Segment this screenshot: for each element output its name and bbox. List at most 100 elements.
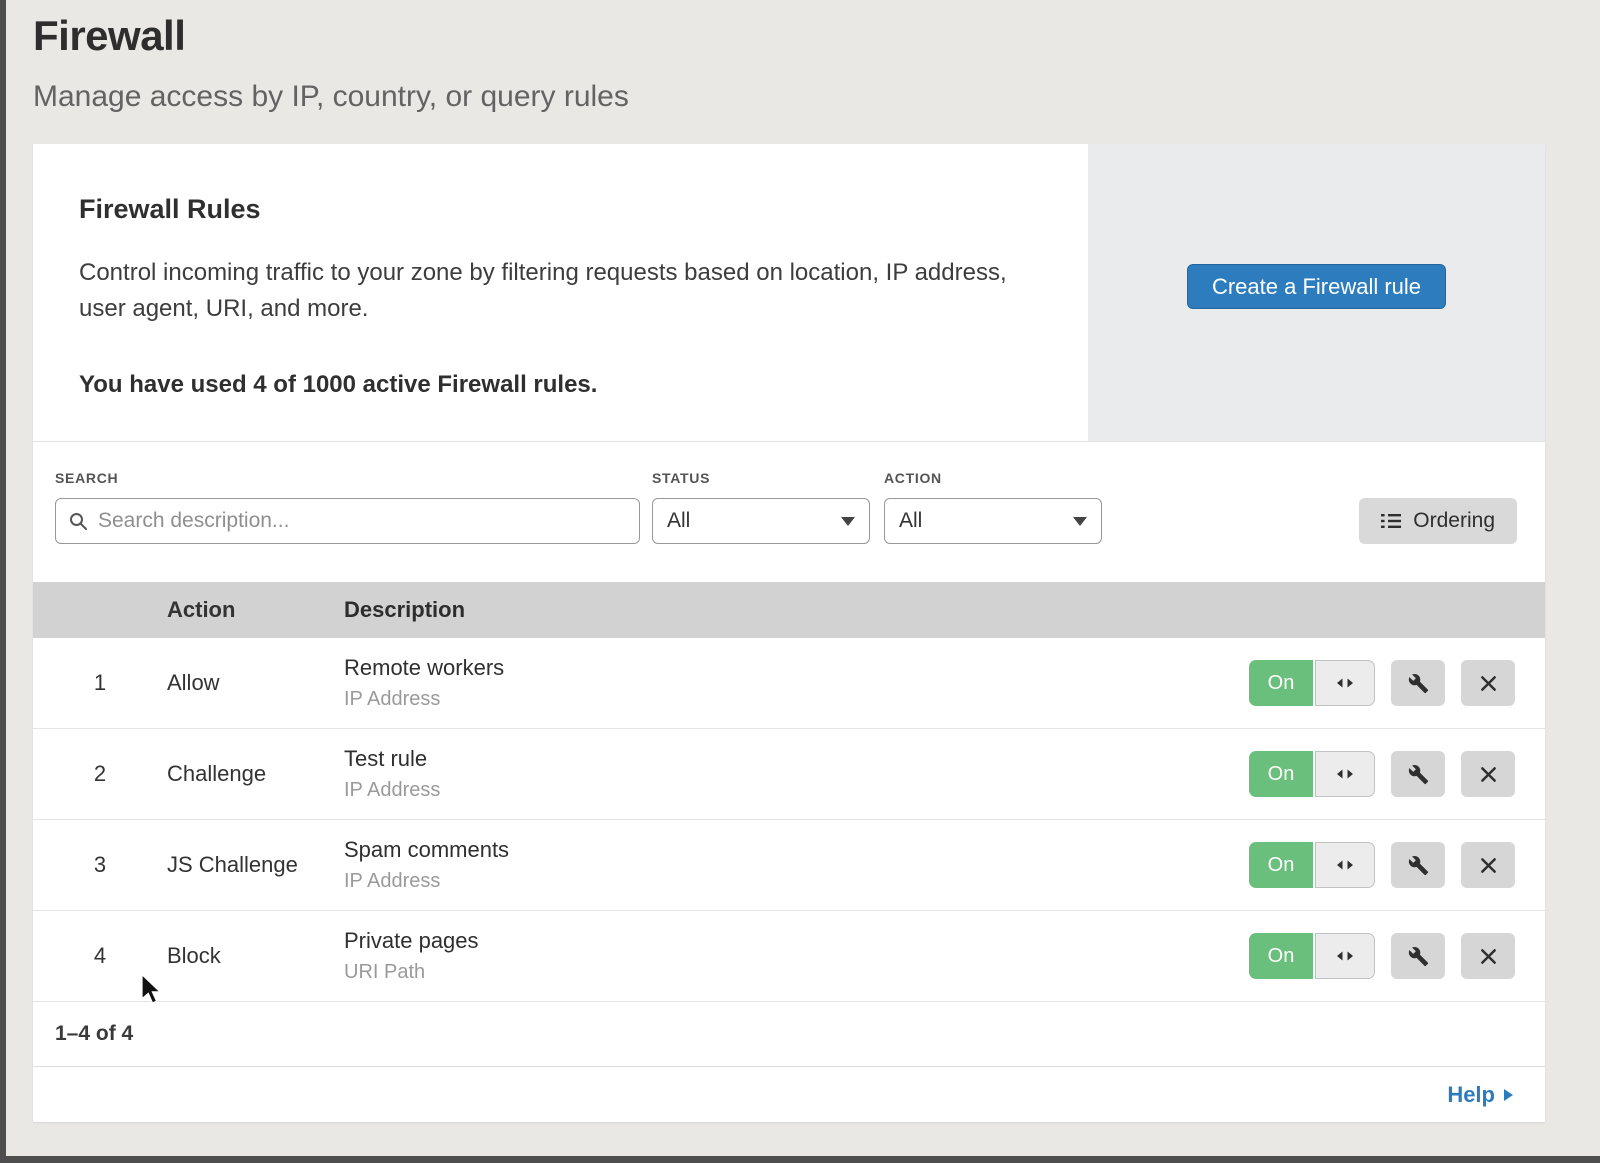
help-row: Help bbox=[33, 1066, 1545, 1122]
help-link-label: Help bbox=[1447, 1082, 1495, 1108]
delete-rule-button[interactable] bbox=[1461, 660, 1515, 706]
rule-controls: On bbox=[1215, 751, 1545, 797]
rules-table-body: 1 Allow Remote workers IP Address On bbox=[33, 638, 1545, 1002]
rule-number: 4 bbox=[33, 943, 167, 969]
rule-number: 3 bbox=[33, 852, 167, 878]
rule-action: JS Challenge bbox=[167, 852, 344, 878]
wrench-icon bbox=[1408, 673, 1429, 694]
search-input[interactable] bbox=[96, 508, 627, 534]
card-header-section: Firewall Rules Control incoming traffic … bbox=[33, 144, 1545, 442]
status-selected-value: All bbox=[667, 509, 690, 533]
rule-description: Spam comments bbox=[344, 837, 1215, 863]
toggle-arrows-button[interactable] bbox=[1315, 660, 1375, 706]
rule-match-field: IP Address bbox=[344, 688, 1215, 711]
edit-rule-button[interactable] bbox=[1391, 842, 1445, 888]
left-right-arrows-icon bbox=[1336, 859, 1354, 871]
action-select[interactable]: All bbox=[884, 498, 1102, 544]
table-row: 1 Allow Remote workers IP Address On bbox=[33, 638, 1545, 729]
table-row: 2 Challenge Test rule IP Address On bbox=[33, 729, 1545, 820]
rule-controls: On bbox=[1215, 933, 1545, 979]
action-selected-value: All bbox=[899, 509, 922, 533]
table-row: 4 Block Private pages URI Path On bbox=[33, 911, 1545, 1002]
ordering-button-label: Ordering bbox=[1413, 509, 1495, 533]
rules-table-header: Action Description bbox=[33, 582, 1545, 638]
card-description: Control incoming traffic to your zone by… bbox=[79, 255, 1028, 327]
card-header-side-panel: Create a Firewall rule bbox=[1088, 144, 1545, 441]
search-box bbox=[55, 498, 640, 544]
toggle-on-button[interactable]: On bbox=[1249, 933, 1313, 979]
search-icon bbox=[68, 511, 88, 531]
card-title: Firewall Rules bbox=[79, 194, 1028, 225]
left-right-arrows-icon bbox=[1336, 950, 1354, 962]
rule-controls: On bbox=[1215, 660, 1545, 706]
rule-action: Block bbox=[167, 943, 344, 969]
status-filter-group: STATUS All bbox=[652, 470, 870, 544]
search-filter-group: SEARCH bbox=[55, 470, 640, 544]
action-label: ACTION bbox=[884, 470, 1102, 486]
column-header-description: Description bbox=[344, 597, 1215, 623]
edit-rule-button[interactable] bbox=[1391, 660, 1445, 706]
rule-description: Private pages bbox=[344, 928, 1215, 954]
toggle-on-button[interactable]: On bbox=[1249, 842, 1313, 888]
rule-number: 2 bbox=[33, 761, 167, 787]
left-right-arrows-icon bbox=[1336, 768, 1354, 780]
toggle-arrows-button[interactable] bbox=[1315, 933, 1375, 979]
edit-rule-button[interactable] bbox=[1391, 751, 1445, 797]
table-row: 3 JS Challenge Spam comments IP Address … bbox=[33, 820, 1545, 911]
rule-description-cell: Spam comments IP Address bbox=[344, 837, 1215, 893]
toggle-arrows-button[interactable] bbox=[1315, 751, 1375, 797]
wrench-icon bbox=[1408, 946, 1429, 967]
left-right-arrows-icon bbox=[1336, 677, 1354, 689]
pagination-row: 1–4 of 4 bbox=[33, 1002, 1545, 1066]
firewall-rules-card: Firewall Rules Control incoming traffic … bbox=[33, 144, 1545, 1122]
rule-status-toggle: On bbox=[1249, 751, 1375, 797]
toggle-arrows-button[interactable] bbox=[1315, 842, 1375, 888]
rule-match-field: URI Path bbox=[344, 961, 1215, 984]
window-edge-bottom bbox=[0, 1156, 1600, 1163]
pagination-text: 1–4 of 4 bbox=[55, 1022, 133, 1046]
page-subtitle: Manage access by IP, country, or query r… bbox=[33, 80, 1600, 114]
rule-description-cell: Private pages URI Path bbox=[344, 928, 1215, 984]
window-edge-left bbox=[0, 0, 6, 1163]
close-icon bbox=[1479, 947, 1498, 966]
toggle-on-button[interactable]: On bbox=[1249, 660, 1313, 706]
rule-controls: On bbox=[1215, 842, 1545, 888]
rule-description-cell: Remote workers IP Address bbox=[344, 655, 1215, 711]
rule-match-field: IP Address bbox=[344, 779, 1215, 802]
chevron-down-icon bbox=[841, 517, 855, 526]
delete-rule-button[interactable] bbox=[1461, 933, 1515, 979]
filter-bar: SEARCH STATUS All ACTION All bbox=[33, 442, 1545, 582]
rule-status-toggle: On bbox=[1249, 660, 1375, 706]
ordering-button[interactable]: Ordering bbox=[1359, 498, 1517, 544]
status-label: STATUS bbox=[652, 470, 870, 486]
action-filter-group: ACTION All bbox=[884, 470, 1102, 544]
rule-number: 1 bbox=[33, 670, 167, 696]
close-icon bbox=[1479, 765, 1498, 784]
rule-match-field: IP Address bbox=[344, 870, 1215, 893]
create-firewall-rule-button[interactable]: Create a Firewall rule bbox=[1187, 264, 1446, 309]
page-title: Firewall bbox=[33, 12, 1600, 60]
rule-status-toggle: On bbox=[1249, 933, 1375, 979]
rule-description-cell: Test rule IP Address bbox=[344, 746, 1215, 802]
rule-action: Allow bbox=[167, 670, 344, 696]
page-header: Firewall Manage access by IP, country, o… bbox=[0, 0, 1600, 114]
toggle-on-button[interactable]: On bbox=[1249, 751, 1313, 797]
rule-status-toggle: On bbox=[1249, 842, 1375, 888]
ordered-list-icon bbox=[1381, 513, 1401, 529]
rules-usage-text: You have used 4 of 1000 active Firewall … bbox=[79, 371, 1028, 399]
right-arrow-icon bbox=[1504, 1089, 1513, 1101]
wrench-icon bbox=[1408, 855, 1429, 876]
chevron-down-icon bbox=[1073, 517, 1087, 526]
rule-description: Test rule bbox=[344, 746, 1215, 772]
card-header-text: Firewall Rules Control incoming traffic … bbox=[33, 144, 1088, 441]
help-link[interactable]: Help bbox=[1447, 1082, 1513, 1108]
close-icon bbox=[1479, 856, 1498, 875]
search-label: SEARCH bbox=[55, 470, 640, 486]
rule-description: Remote workers bbox=[344, 655, 1215, 681]
close-icon bbox=[1479, 674, 1498, 693]
column-header-action: Action bbox=[167, 597, 344, 623]
delete-rule-button[interactable] bbox=[1461, 751, 1515, 797]
status-select[interactable]: All bbox=[652, 498, 870, 544]
delete-rule-button[interactable] bbox=[1461, 842, 1515, 888]
edit-rule-button[interactable] bbox=[1391, 933, 1445, 979]
